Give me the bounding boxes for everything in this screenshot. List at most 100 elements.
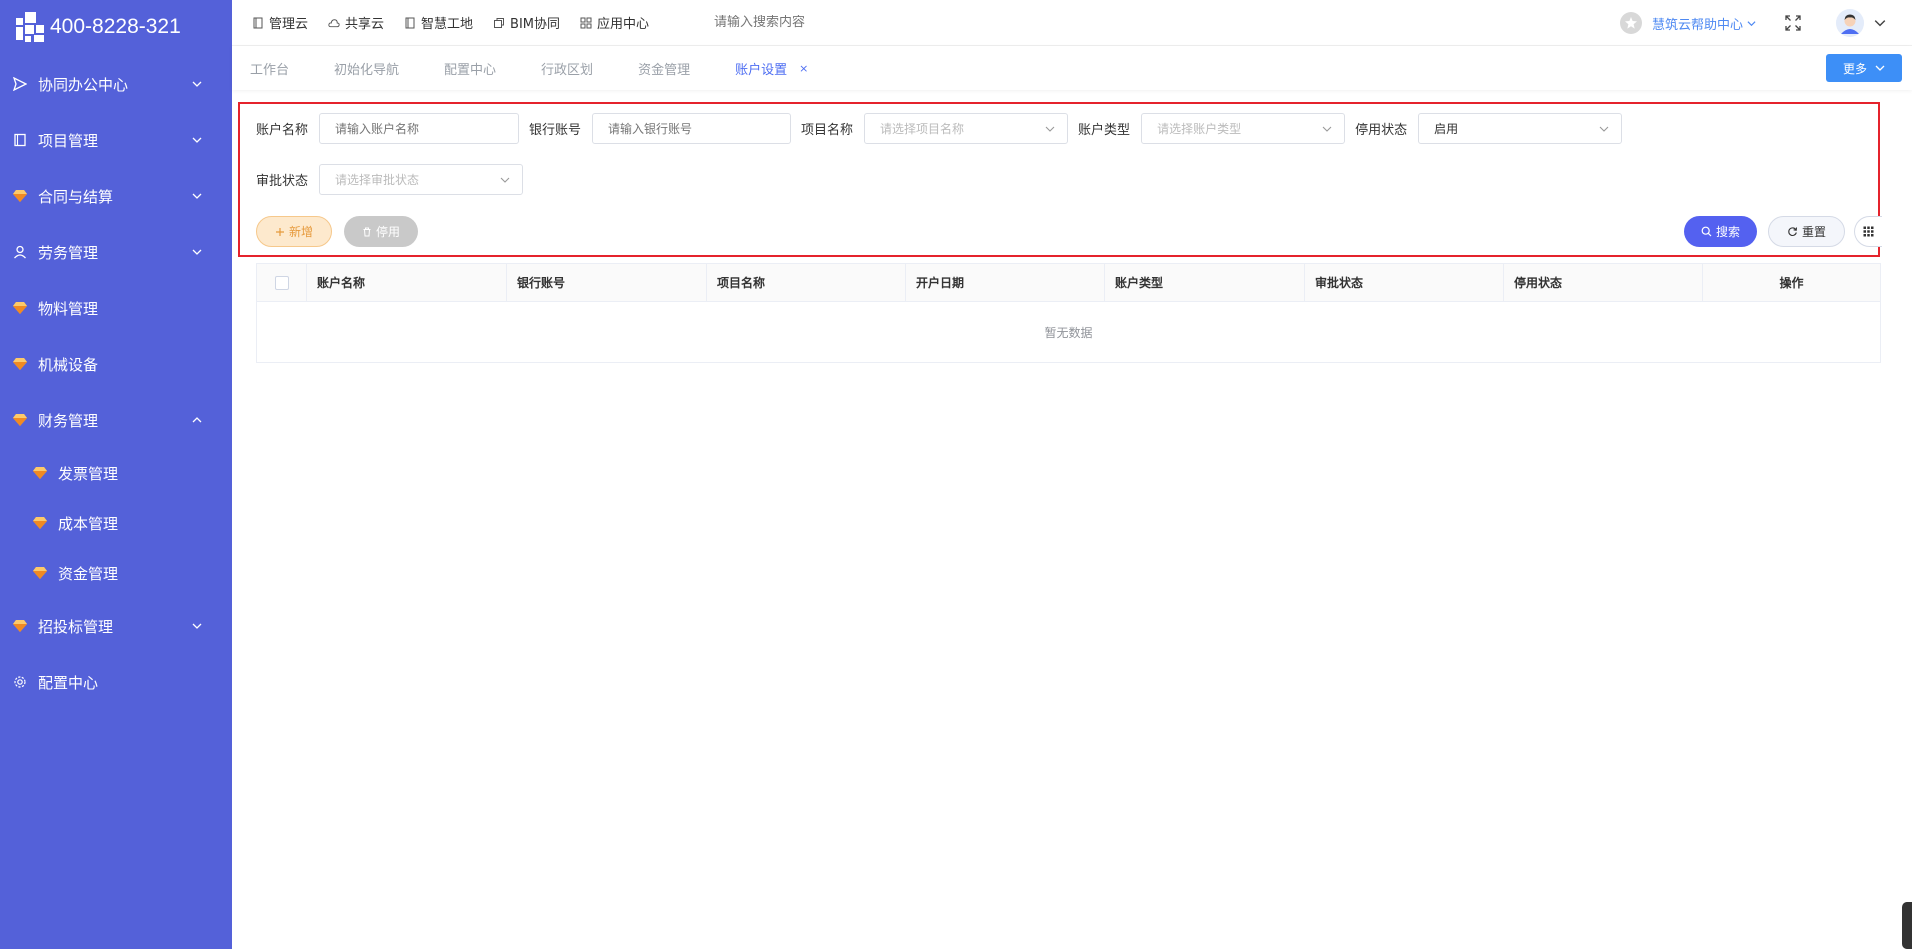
plus-icon (275, 227, 285, 237)
logo-phone: 400-8228-321 (50, 15, 181, 38)
approval-status-label: 审批状态 (256, 174, 309, 189)
sidebar-item-labor-mgmt[interactable]: 劳务管理 (0, 224, 232, 280)
topnav-shared-cloud[interactable]: 共享云 (328, 13, 384, 32)
chevron-down-icon (1322, 126, 1332, 132)
tab-label: 初始化导航 (334, 62, 400, 78)
filter-row-2: 审批状态 请选择审批状态 (256, 164, 524, 195)
bank-account-input[interactable] (592, 113, 792, 144)
column-header-approval-status[interactable]: 审批状态 (1305, 264, 1504, 301)
top-nav: 管理云 共享云 智慧工地 BIM协同 应用中心 (232, 13, 915, 32)
add-button[interactable]: 新增 (256, 216, 332, 247)
disable-status-value: 启用 (1434, 122, 1459, 136)
chevron-down-icon (1747, 20, 1756, 26)
tab-workbench[interactable]: 工作台 (250, 59, 289, 78)
grid-icon (1863, 226, 1874, 237)
disable-status-label: 停用状态 (1355, 123, 1408, 138)
user-avatar[interactable] (1836, 9, 1864, 37)
trash-icon (362, 227, 372, 237)
refresh-icon (1787, 226, 1798, 237)
sidebar-menu: 协同办公中心 项目管理 合同与结算 劳务管理 物料管理 机械设备 财务管理 发票… (0, 56, 232, 710)
global-search-input[interactable] (714, 15, 915, 30)
chevron-down-icon (192, 193, 202, 199)
sidebar-subitem-label: 发票管理 (58, 464, 119, 483)
sidebar-item-label: 劳务管理 (38, 243, 99, 262)
chevron-down-icon (500, 177, 510, 183)
topnav-bim[interactable]: BIM协同 (493, 13, 560, 32)
sidebar-subitem-label: 成本管理 (58, 514, 119, 533)
account-type-select[interactable]: 请选择账户类型 (1141, 113, 1346, 144)
disable-button[interactable]: 停用 (344, 216, 418, 247)
book-icon (12, 132, 28, 148)
avatar-icon (1836, 9, 1864, 37)
column-header-bank-account[interactable]: 银行账号 (507, 264, 707, 301)
sidebar-item-label: 合同与结算 (38, 187, 114, 206)
column-header-account-type[interactable]: 账户类型 (1105, 264, 1305, 301)
book-icon (404, 17, 416, 29)
chevron-down-icon[interactable] (1874, 17, 1886, 29)
column-header-open-date[interactable]: 开户日期 (906, 264, 1105, 301)
disable-status-select[interactable]: 启用 (1418, 113, 1623, 144)
reset-button[interactable]: 重置 (1768, 216, 1845, 247)
more-button[interactable]: 更多 (1826, 54, 1902, 82)
topnav-smart-site[interactable]: 智慧工地 (404, 13, 473, 32)
help-center-label: 慧筑云帮助中心 (1651, 17, 1743, 33)
sidebar-item-label: 物料管理 (38, 299, 99, 318)
chevron-up-icon (192, 417, 202, 423)
tab-funds-mgmt[interactable]: 资金管理 (638, 59, 690, 78)
column-settings-button[interactable] (1854, 216, 1882, 247)
chevron-down-icon (192, 249, 202, 255)
account-name-input[interactable] (319, 113, 520, 144)
topnav-label: 应用中心 (597, 17, 650, 32)
sidebar-item-finance-mgmt[interactable]: 财务管理 (0, 392, 232, 448)
select-all-cell (257, 264, 307, 301)
sidebar-subitem-invoice[interactable]: 发票管理 (0, 448, 232, 498)
gem-icon (32, 465, 48, 481)
sidebar-item-material-mgmt[interactable]: 物料管理 (0, 280, 232, 336)
table-empty-state: 暂无数据 (1044, 325, 1093, 340)
topnav-management-cloud[interactable]: 管理云 (252, 13, 308, 32)
tab-account-settings[interactable]: 账户设置 × (735, 59, 808, 78)
column-header-project-name[interactable]: 项目名称 (707, 264, 906, 301)
tab-label: 资金管理 (638, 62, 691, 78)
topnav-app-center[interactable]: 应用中心 (580, 13, 649, 32)
column-header-disable-status[interactable]: 停用状态 (1504, 264, 1703, 301)
gem-icon (12, 300, 28, 316)
tab-config-center[interactable]: 配置中心 (444, 59, 496, 78)
help-avatar-icon (1619, 12, 1642, 34)
sidebar-item-label: 项目管理 (38, 131, 99, 150)
filter-row-1: 账户名称 银行账号 项目名称 请选择项目名称 账户类型 请选择账户类型 停用状态… (256, 113, 1623, 144)
bank-account-label: 银行账号 (529, 123, 582, 138)
select-all-checkbox[interactable] (275, 275, 289, 290)
sidebar-item-label: 财务管理 (38, 411, 99, 430)
column-header-actions: 操作 (1779, 276, 1804, 290)
help-center-link[interactable]: 慧筑云帮助中心 (1619, 12, 1756, 34)
sidebar-item-config-center[interactable]: 配置中心 (0, 654, 232, 710)
doc-icon (252, 17, 264, 29)
sidebar-subitem-funds[interactable]: 资金管理 (0, 548, 232, 598)
project-name-select[interactable]: 请选择项目名称 (864, 113, 1069, 144)
reset-label: 重置 (1801, 225, 1826, 239)
tab-admin-division[interactable]: 行政区划 (541, 59, 593, 78)
close-icon[interactable]: × (799, 62, 808, 75)
sidebar: 400-8228-321 协同办公中心 项目管理 合同与结算 劳务管理 物料管理… (0, 0, 232, 949)
topbar: 管理云 共享云 智慧工地 BIM协同 应用中心 慧筑云帮助中心 (232, 0, 1912, 46)
project-name-placeholder: 请选择项目名称 (880, 122, 965, 136)
sidebar-item-contract-settlement[interactable]: 合同与结算 (0, 168, 232, 224)
gem-icon (32, 565, 48, 581)
topnav-label: 共享云 (345, 17, 385, 32)
account-type-label: 账户类型 (1078, 123, 1131, 138)
sidebar-subitem-cost[interactable]: 成本管理 (0, 498, 232, 548)
logo: 400-8228-321 (0, 0, 232, 54)
approval-status-select[interactable]: 请选择审批状态 (319, 164, 524, 195)
scrollbar-handle[interactable] (1902, 902, 1912, 949)
tab-init-nav[interactable]: 初始化导航 (334, 59, 399, 78)
sidebar-item-bidding[interactable]: 招投标管理 (0, 598, 232, 654)
column-header-account-name[interactable]: 账户名称 (307, 264, 507, 301)
sidebar-item-collab-office[interactable]: 协同办公中心 (0, 56, 232, 112)
account-name-label: 账户名称 (256, 123, 309, 138)
fullscreen-icon[interactable] (1784, 14, 1802, 32)
search-button[interactable]: 搜索 (1684, 216, 1757, 247)
more-label: 更多 (1842, 61, 1867, 76)
sidebar-item-project-mgmt[interactable]: 项目管理 (0, 112, 232, 168)
sidebar-item-machinery[interactable]: 机械设备 (0, 336, 232, 392)
